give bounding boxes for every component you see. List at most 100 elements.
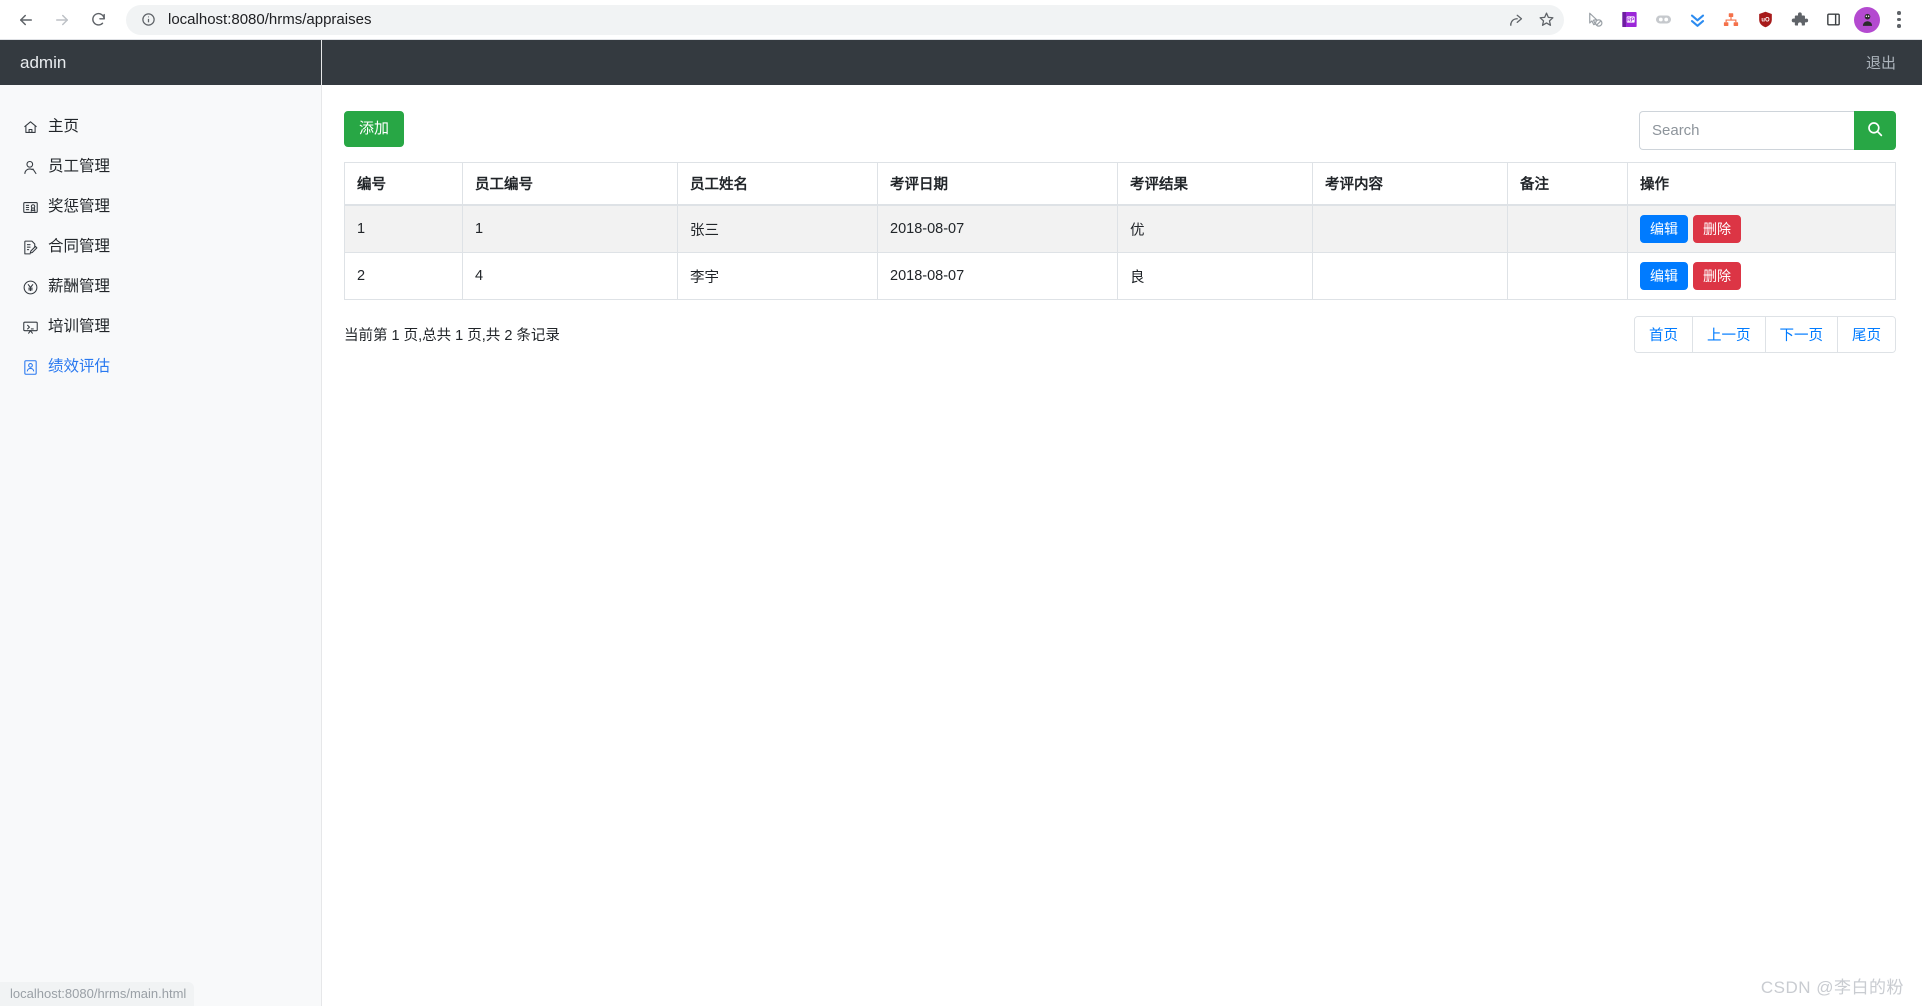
sidebar-item-label: 合同管理 — [48, 238, 111, 255]
sidebar-header: admin — [0, 40, 321, 85]
col-remark: 备注 — [1507, 162, 1628, 206]
col-employee-name: 员工姓名 — [677, 162, 878, 206]
top-bar: 退出 — [322, 40, 1922, 85]
watermark: CSDN @李白的粉 — [1760, 978, 1904, 997]
edit-button[interactable]: 编辑 — [1640, 262, 1688, 291]
back-arrow-icon[interactable] — [10, 4, 42, 36]
col-employee-no: 员工编号 — [462, 162, 678, 206]
add-button[interactable]: 添加 — [344, 111, 405, 147]
current-user-label: admin — [20, 52, 67, 72]
org-tree-icon[interactable] — [1717, 6, 1745, 34]
extension-tray: RP uO — [1578, 6, 1912, 34]
user-icon — [20, 157, 40, 177]
cell-operation: 编辑 删除 — [1627, 252, 1896, 301]
pagination-nav: 首页 上一页 下一页 尾页 — [1634, 316, 1896, 354]
cursor-blocked-icon[interactable] — [1581, 6, 1609, 34]
cell-id: 2 — [344, 252, 463, 301]
search-group — [1639, 111, 1896, 150]
delete-button[interactable]: 删除 — [1693, 215, 1741, 244]
sidebar-item-label: 薪酬管理 — [48, 278, 111, 295]
contract-icon — [20, 237, 40, 257]
logout-link[interactable]: 退出 — [1866, 52, 1896, 73]
table-head: 编号 员工编号 员工姓名 考评日期 考评结果 考评内容 备注 操作 — [344, 162, 1896, 206]
forward-arrow-icon — [46, 4, 78, 36]
cell-operation: 编辑 删除 — [1627, 204, 1896, 254]
award-icon — [20, 197, 40, 217]
url-text: localhost:8080/hrms/appraises — [168, 11, 372, 28]
table-row: 1 1 张三 2018-08-07 优 编辑 删除 — [344, 204, 1896, 254]
double-chevron-down-icon[interactable] — [1683, 6, 1711, 34]
pager-prev[interactable]: 上一页 — [1693, 317, 1766, 353]
star-icon[interactable] — [1532, 6, 1560, 34]
pagination-row: 当前第 1 页,总共 1 页,共 2 条记录 首页 上一页 下一页 尾页 — [344, 316, 1896, 354]
toolbar: 添加 — [344, 111, 1896, 150]
training-icon — [20, 317, 40, 337]
search-input[interactable] — [1639, 111, 1854, 150]
status-bubble: localhost:8080/hrms/main.html — [0, 982, 195, 1006]
cell-appraise-content — [1312, 252, 1508, 301]
cell-appraise-date: 2018-08-07 — [877, 252, 1118, 301]
svg-text:uO: uO — [1761, 18, 1770, 24]
pager-next[interactable]: 下一页 — [1765, 317, 1838, 353]
appraisal-icon — [20, 357, 40, 377]
delete-button[interactable]: 删除 — [1693, 262, 1741, 291]
sidebar-item-salary[interactable]: 薪酬管理 — [0, 267, 321, 307]
sidebar-item-label: 奖惩管理 — [48, 198, 111, 215]
cell-remark — [1507, 204, 1628, 254]
sidebar-item-reward[interactable]: 奖惩管理 — [0, 187, 321, 227]
table-row: 2 4 李宇 2018-08-07 良 编辑 删除 — [344, 252, 1896, 301]
search-icon — [1866, 120, 1884, 141]
profile-avatar-icon[interactable] — [1854, 6, 1880, 33]
sidebar-nav: 主页 员工管理 奖惩管理 合同管理 薪酬管理 培训管理 绩效评估 — [0, 85, 321, 387]
ublock-shield-icon[interactable]: uO — [1751, 6, 1779, 34]
sidebar-item-label: 主页 — [48, 118, 80, 135]
share-icon[interactable] — [1502, 6, 1530, 34]
cell-appraise-date: 2018-08-07 — [877, 204, 1118, 254]
reload-icon[interactable] — [82, 4, 114, 36]
content-panel: 添加 编号 员工编号 员工姓名 考评日期 — [322, 85, 1922, 354]
cell-employee-name: 李宇 — [677, 252, 878, 301]
cell-appraise-result: 优 — [1117, 204, 1313, 254]
address-bar[interactable]: localhost:8080/hrms/appraises — [126, 4, 1564, 35]
col-appraise-date: 考评日期 — [877, 162, 1118, 206]
sidebar-item-label: 员工管理 — [48, 158, 111, 175]
sidebar-item-contract[interactable]: 合同管理 — [0, 227, 321, 267]
three-dot-menu-icon[interactable] — [1886, 6, 1912, 34]
table-body: 1 1 张三 2018-08-07 优 编辑 删除 2 4 李宇 2018-08… — [344, 204, 1896, 301]
appraisal-table: 编号 员工编号 员工姓名 考评日期 考评结果 考评内容 备注 操作 1 1 张三 — [344, 162, 1896, 301]
sidebar-item-label: 培训管理 — [48, 318, 111, 335]
col-operation: 操作 — [1627, 162, 1896, 206]
cell-appraise-result: 良 — [1117, 252, 1313, 301]
pill-extension-icon[interactable] — [1649, 6, 1677, 34]
sidebar-item-employee[interactable]: 员工管理 — [0, 147, 321, 187]
svg-text:RP: RP — [1627, 18, 1635, 24]
col-appraise-content: 考评内容 — [1312, 162, 1508, 206]
cell-appraise-content — [1312, 204, 1508, 254]
pagination-summary: 当前第 1 页,总共 1 页,共 2 条记录 — [344, 328, 560, 345]
table-header-row: 编号 员工编号 员工姓名 考评日期 考评结果 考评内容 备注 操作 — [344, 162, 1896, 206]
site-info-icon[interactable] — [138, 10, 158, 30]
app-page: admin 主页 员工管理 奖惩管理 合同管理 薪酬管理 培训管理 绩效评估 l… — [0, 40, 1922, 1006]
sidebar-item-label: 绩效评估 — [48, 358, 111, 375]
cell-employee-name: 张三 — [677, 204, 878, 254]
sidebar: admin 主页 员工管理 奖惩管理 合同管理 薪酬管理 培训管理 绩效评估 l… — [0, 40, 322, 1006]
pager-first[interactable]: 首页 — [1635, 317, 1693, 353]
cell-remark — [1507, 252, 1628, 301]
edit-button[interactable]: 编辑 — [1640, 215, 1688, 244]
cell-employee-no: 1 — [462, 204, 678, 254]
side-panel-icon[interactable] — [1819, 6, 1847, 34]
home-icon — [20, 117, 40, 137]
sidebar-item-training[interactable]: 培训管理 — [0, 307, 321, 347]
sidebar-item-appraisal[interactable]: 绩效评估 — [0, 347, 321, 387]
browser-toolbar: localhost:8080/hrms/appraises RP uO — [0, 0, 1922, 40]
main-area: 退出 添加 编号 员工编号 — [322, 40, 1922, 1006]
salary-coin-icon — [20, 277, 40, 297]
cell-employee-no: 4 — [462, 252, 678, 301]
rp-extension-icon[interactable]: RP — [1615, 6, 1643, 34]
col-id: 编号 — [344, 162, 463, 206]
sidebar-item-home[interactable]: 主页 — [0, 107, 321, 147]
pager-last[interactable]: 尾页 — [1838, 317, 1895, 353]
search-button[interactable] — [1854, 111, 1896, 150]
puzzle-extensions-icon[interactable] — [1785, 6, 1813, 34]
col-appraise-result: 考评结果 — [1117, 162, 1313, 206]
